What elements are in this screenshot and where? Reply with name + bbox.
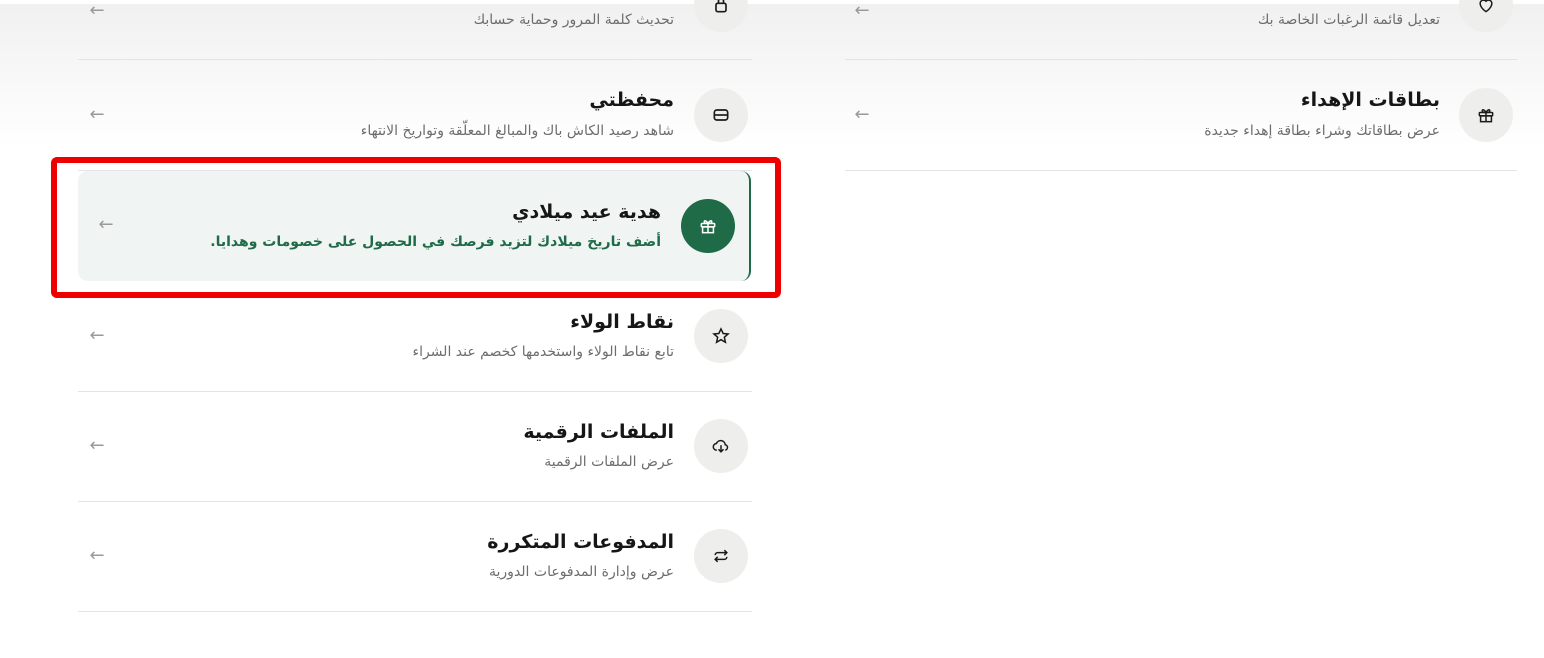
arrow-left-icon: ← <box>854 104 870 125</box>
lock-icon <box>694 0 748 32</box>
menu-item-description: شاهد رصيد الكاش باك والمبالغ المعلّقة وت… <box>360 123 674 139</box>
star-icon <box>694 309 748 363</box>
gift-icon <box>681 199 735 253</box>
menu-item-password[interactable]: تحديث كلمة المرور وحماية حسابك ← <box>78 0 752 60</box>
gift-icon <box>1459 88 1513 142</box>
menu-item-title: نقاط الولاء <box>570 311 674 333</box>
menu-item-gift-cards[interactable]: بطاقات الإهداء عرض بطاقاتك وشراء بطاقة إ… <box>845 61 1517 171</box>
wallet-icon <box>694 88 748 142</box>
menu-item-description: عرض وإدارة المدفوعات الدورية <box>489 564 674 580</box>
menu-item-title: هدية عيد ميلادي <box>512 201 661 223</box>
menu-item-birthday-gift[interactable]: هدية عيد ميلادي أضف تاريخ ميلادك لتزيد ف… <box>78 171 751 281</box>
menu-item-description: تابع نقاط الولاء واستخدمها كخصم عند الشر… <box>412 344 675 360</box>
cloud-download-icon <box>694 419 748 473</box>
menu-item-wishlist[interactable]: تعديل قائمة الرغبات الخاصة بك ← <box>845 0 1517 60</box>
menu-item-description: أضف تاريخ ميلادك لتزيد فرصك في الحصول عل… <box>210 234 661 250</box>
menu-item-description: عرض الملفات الرقمية <box>544 454 674 470</box>
arrow-left-icon: ← <box>89 545 105 566</box>
arrow-left-icon: ← <box>89 435 105 456</box>
repeat-icon <box>694 529 748 583</box>
menu-item-title: بطاقات الإهداء <box>1300 89 1440 111</box>
heart-icon <box>1459 0 1513 32</box>
menu-item-title: المدفوعات المتكررة <box>487 531 674 553</box>
menu-item-wallet[interactable]: محفظتي شاهد رصيد الكاش باك والمبالغ المع… <box>78 61 752 171</box>
menu-item-title: الملفات الرقمية <box>523 421 674 443</box>
arrow-left-icon: ← <box>89 325 105 346</box>
menu-item-description: تعديل قائمة الرغبات الخاصة بك <box>1257 12 1440 28</box>
arrow-left-icon: ← <box>89 104 105 125</box>
arrow-left-icon: ← <box>854 0 870 21</box>
arrow-left-icon: ← <box>89 0 105 21</box>
menu-item-description: عرض بطاقاتك وشراء بطاقة إهداء جديدة <box>1204 123 1440 139</box>
menu-item-digital-files[interactable]: الملفات الرقمية عرض الملفات الرقمية ← <box>78 392 752 502</box>
menu-item-description: تحديث كلمة المرور وحماية حسابك <box>473 12 674 28</box>
arrow-left-icon: ← <box>98 214 114 235</box>
menu-item-recurring-payments[interactable]: المدفوعات المتكررة عرض وإدارة المدفوعات … <box>78 502 752 612</box>
menu-item-loyalty-points[interactable]: نقاط الولاء تابع نقاط الولاء واستخدمها ك… <box>78 282 752 392</box>
menu-item-title: محفظتي <box>589 89 674 111</box>
